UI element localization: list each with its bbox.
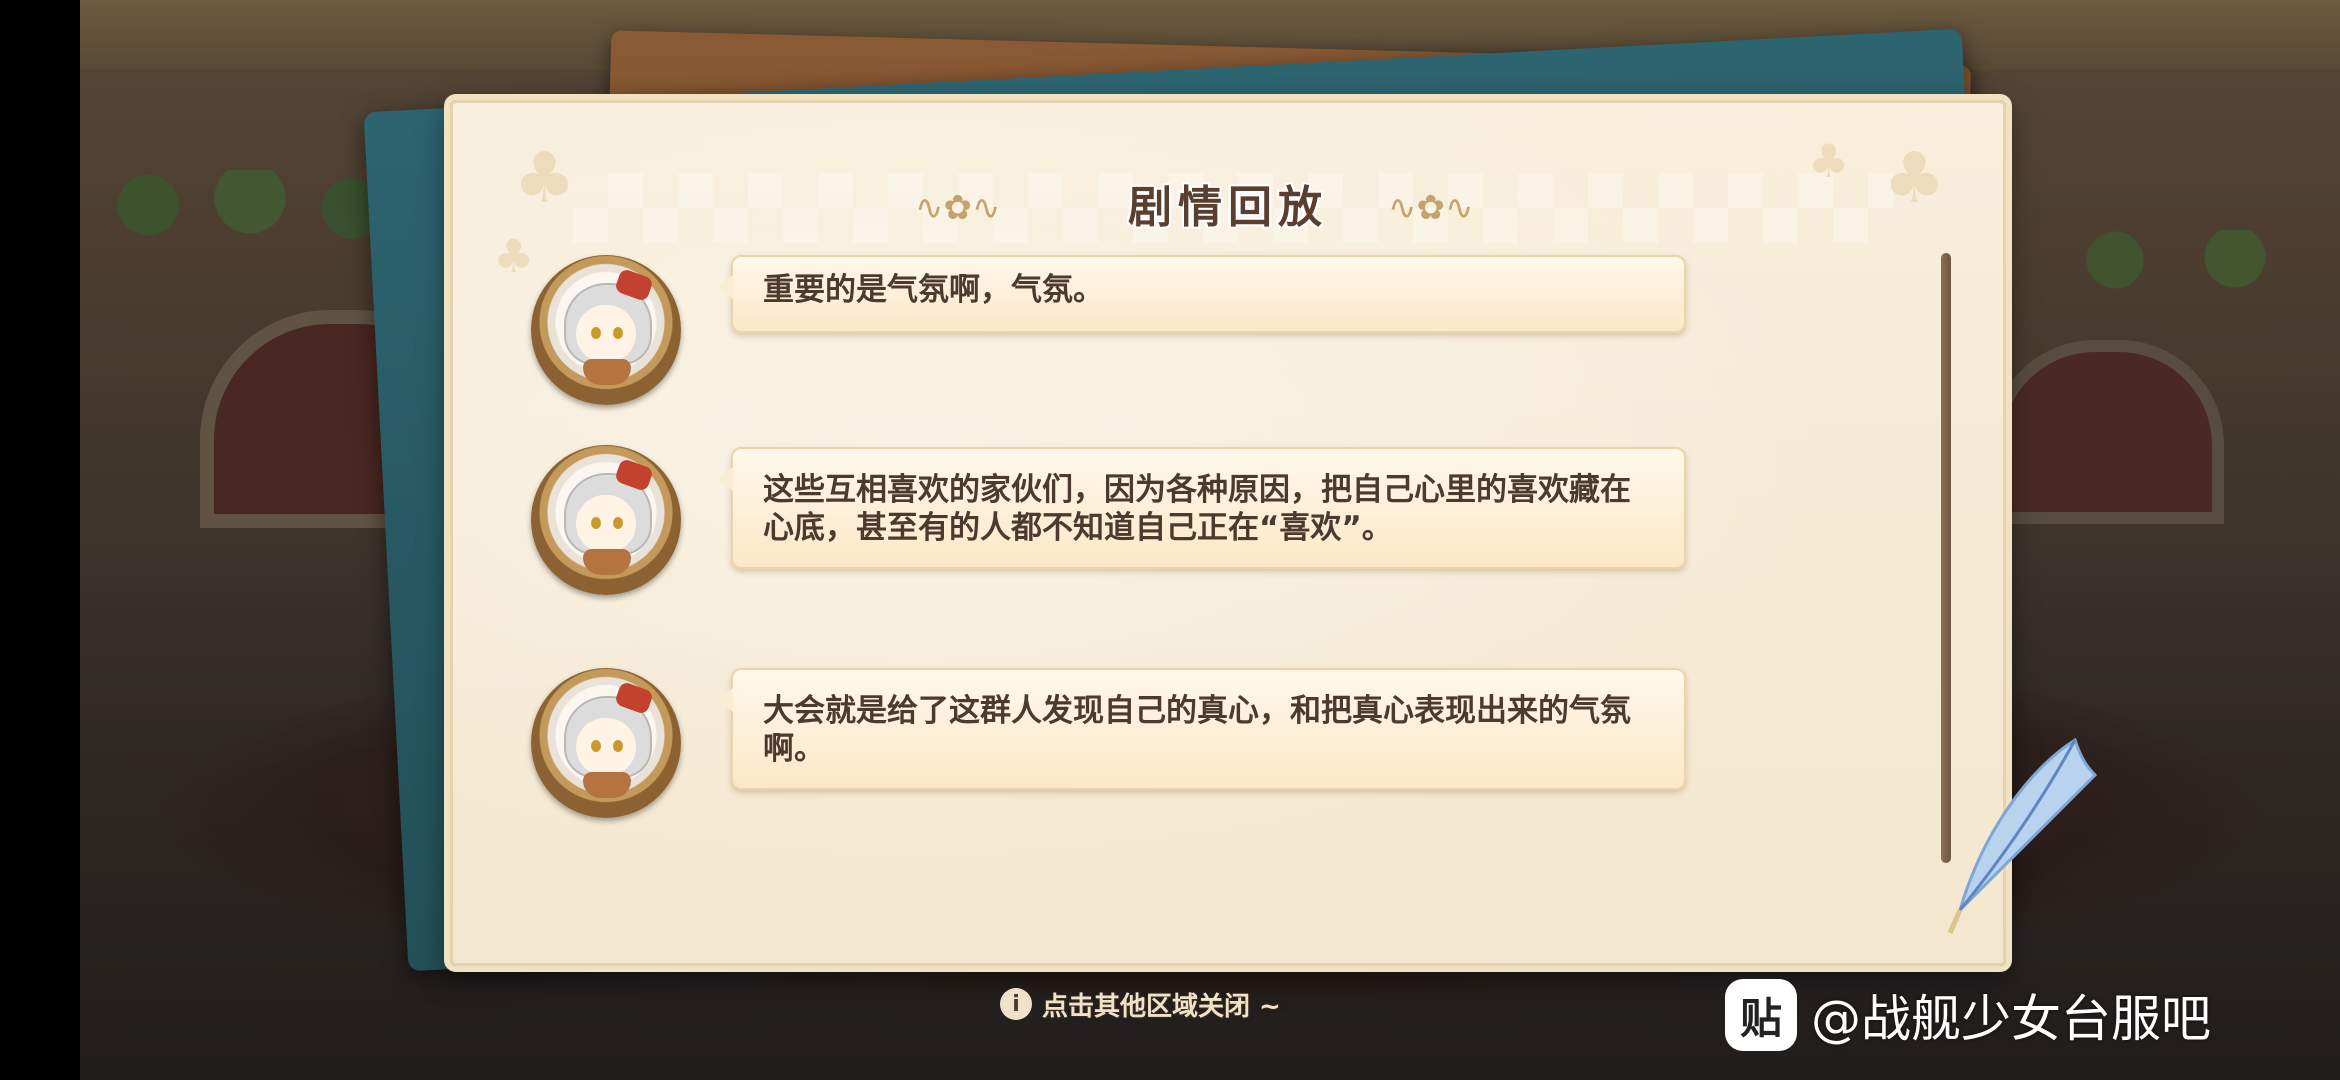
quill-feather-icon	[1947, 737, 2098, 934]
watermark-text: @战舰少女台服吧	[1811, 990, 2211, 1048]
dialogue-bubble: 这些互相喜欢的家伙们，因为各种原因，把自己心里的喜欢藏在心底，甚至有的人都不知道…	[717, 447, 1686, 569]
clover-icon: ♣	[493, 229, 535, 283]
watermark: 贴 @战舰少女台服吧	[1725, 975, 2211, 1055]
close-hint-text: 点击其他区域关闭 ~	[1042, 991, 1281, 1022]
info-icon: i	[1000, 988, 1032, 1020]
dialogue-bubble: 重要的是气氛啊，气氛。	[717, 255, 1686, 333]
flourish-right-icon: ∿✿∿	[1388, 188, 1474, 228]
dialogue-bubble: 大会就是给了这群人发现自己的真心，和把真心表现出来的气氛啊。	[717, 668, 1686, 790]
story-replay-panel: ♣ ♣ ♣ ♣ ∿✿∿ 剧情回放 ∿✿∿ 重要的是气氛啊，气氛。 这些互相喜欢的…	[450, 100, 2006, 966]
close-hint: i 点击其他区域关闭 ~	[1000, 984, 1281, 1024]
tieba-logo-icon: 贴	[1725, 979, 1797, 1051]
character-avatar-icon	[531, 668, 681, 818]
dialogue-text: 大会就是给了这群人发现自己的真心，和把真心表现出来的气氛啊。	[763, 693, 1631, 767]
dialogue-text: 这些互相喜欢的家伙们，因为各种原因，把自己心里的喜欢藏在心底，甚至有的人都不知道…	[763, 472, 1631, 546]
character-avatar-icon	[531, 445, 681, 595]
dialogue-text: 重要的是气氛啊，气氛。	[763, 272, 1104, 308]
panel-title: 剧情回放	[1128, 182, 1328, 233]
character-avatar-icon	[531, 255, 681, 405]
